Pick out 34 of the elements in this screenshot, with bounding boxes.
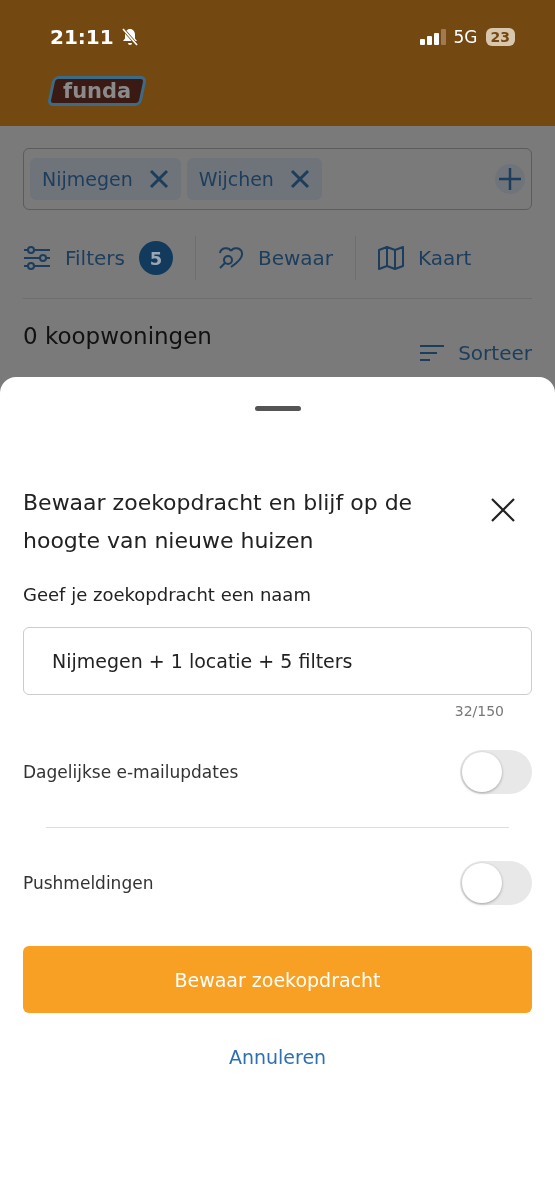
- sheet-title: Bewaar zoekopdracht en blijf op de hoogte van nieuwe huizen: [23, 489, 414, 555]
- filter-count-badge: 5: [138, 241, 173, 275]
- close-icon[interactable]: [148, 169, 169, 189]
- logo: funda: [46, 76, 148, 106]
- save-search-button[interactable]: Bewaar zoekopdracht: [23, 946, 532, 1013]
- signal-icon: [419, 29, 446, 45]
- field-label: Geef je zoekopdracht een naam: [23, 584, 312, 605]
- heart-search-icon: [217, 245, 244, 271]
- status-time: 21:11: [50, 25, 114, 49]
- close-icon: [490, 497, 516, 523]
- muted-bell-icon: [119, 27, 140, 47]
- save-search-button[interactable]: Bewaar: [217, 245, 334, 271]
- location-chip[interactable]: Nijmegen: [30, 158, 181, 200]
- results-count: 0 koopwoningen: [23, 323, 212, 351]
- cancel-link[interactable]: Annuleren: [222, 1045, 333, 1069]
- location-chip[interactable]: Wijchen: [186, 158, 322, 200]
- map-icon: [378, 246, 405, 270]
- character-counter: 32/150: [453, 703, 504, 719]
- toggle-switch[interactable]: [460, 750, 532, 794]
- toggle-label: Dagelijkse e-mailupdates: [23, 762, 239, 782]
- network-label: 5G: [453, 27, 478, 47]
- search-name-field[interactable]: Nijmegen + 1 locatie + 5 filters: [23, 627, 532, 695]
- toggle-switch[interactable]: [460, 861, 532, 905]
- sort-icon: [420, 345, 445, 361]
- close-icon[interactable]: [289, 169, 310, 189]
- filters-button[interactable]: Filters 5: [23, 241, 173, 275]
- sort-button[interactable]: Sorteer: [420, 341, 532, 365]
- sliders-icon: [23, 246, 51, 270]
- location-search-field[interactable]: Nijmegen Wijchen: [23, 148, 532, 210]
- add-icon[interactable]: [495, 164, 525, 194]
- toggle-label: Pushmeldingen: [23, 873, 154, 893]
- map-button[interactable]: Kaart: [378, 246, 472, 270]
- battery-indicator: 23: [485, 28, 515, 46]
- drag-handle[interactable]: [254, 406, 301, 411]
